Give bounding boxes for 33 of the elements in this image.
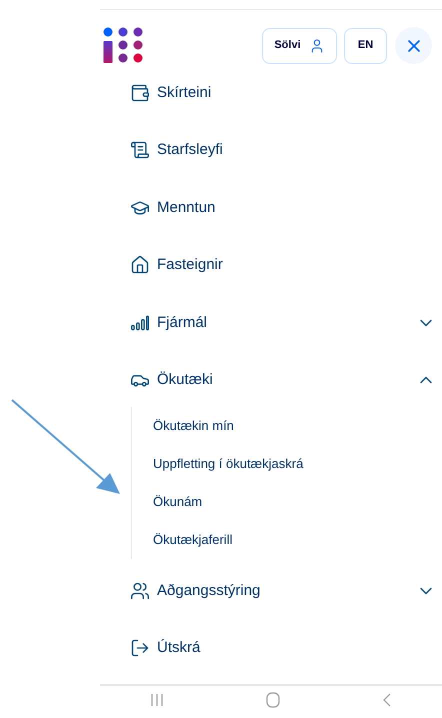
- menu-label: Útskrá: [157, 638, 200, 658]
- menu-label: Fasteignir: [157, 255, 223, 275]
- menu-item[interactable]: Útskrá: [100, 620, 442, 677]
- back-icon: [382, 693, 391, 707]
- menu-item[interactable]: Starfsleyfi: [100, 122, 442, 179]
- menu-item[interactable]: Fjármál: [100, 294, 442, 352]
- wallet-icon: [130, 82, 150, 103]
- house-icon: [130, 255, 150, 276]
- submenu-item[interactable]: Ökunám: [132, 483, 442, 521]
- submenu-item[interactable]: Ökutækin mín: [132, 407, 442, 445]
- user-button[interactable]: Sölvi: [262, 28, 337, 64]
- menu-label: Ökutæki: [157, 370, 213, 390]
- language-button[interactable]: EN: [344, 28, 387, 64]
- logo-icon: [103, 27, 143, 63]
- menu-item[interactable]: Fasteignir: [100, 236, 442, 294]
- menu-item[interactable]: Ökutæki: [100, 352, 442, 409]
- recent-apps-icon: [151, 693, 164, 707]
- menu-item[interactable]: Skírteini: [100, 64, 442, 122]
- document-icon: [130, 140, 150, 160]
- people-icon: [130, 580, 150, 601]
- logout-icon: [130, 638, 150, 658]
- home-icon: [266, 692, 280, 708]
- bar-chart-icon: [130, 312, 150, 333]
- submenu-item[interactable]: Uppfletting í ökutækjaskrá: [132, 445, 442, 483]
- close-button[interactable]: [395, 27, 432, 64]
- menu-label: Aðgangsstýring: [157, 580, 260, 600]
- menu-item[interactable]: Menntun: [100, 179, 442, 236]
- menu-label: Menntun: [157, 198, 216, 218]
- menu-label: Starfsleyfi: [157, 140, 223, 160]
- menu-label: Fjármál: [157, 312, 208, 332]
- menu-item[interactable]: Aðgangsstýring: [100, 562, 442, 620]
- menu-label: Skírteini: [157, 82, 212, 102]
- submenu-item[interactable]: Ökutækjaferill: [132, 521, 442, 559]
